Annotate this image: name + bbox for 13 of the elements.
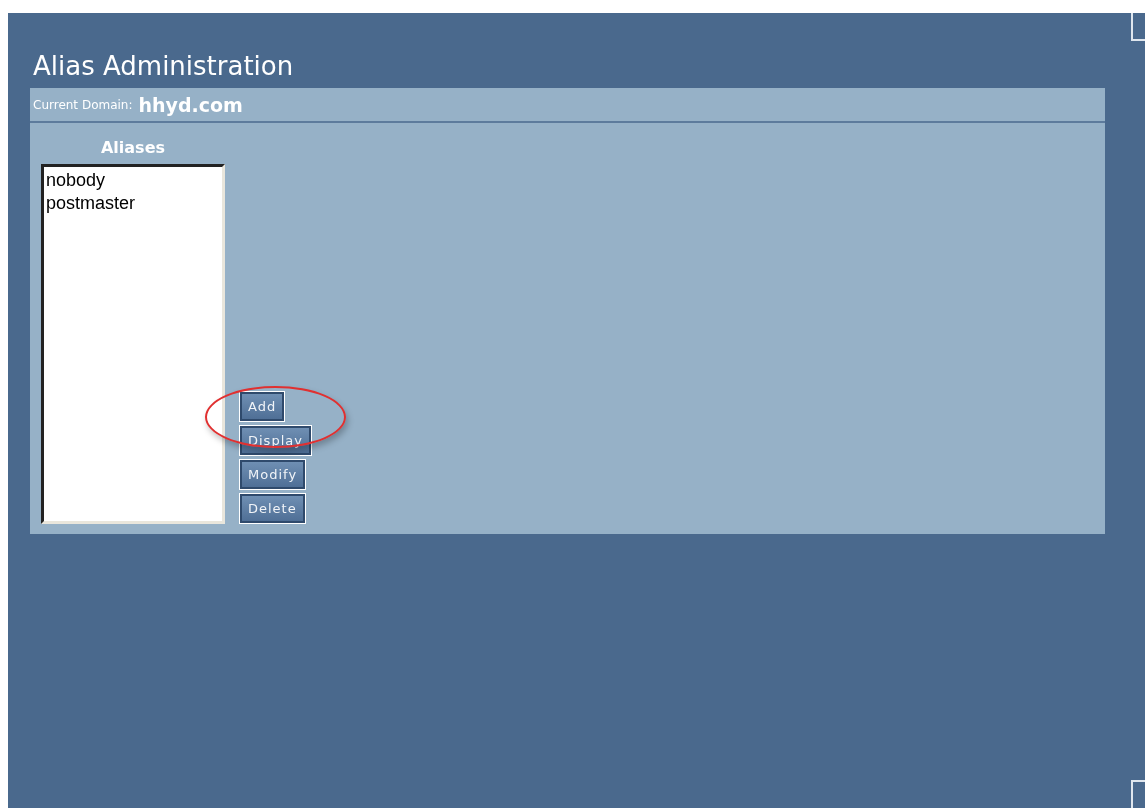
list-item[interactable]: nobody (46, 169, 106, 192)
corner-mark (1131, 13, 1145, 41)
domain-value: hhyd.com (138, 93, 243, 116)
alias-listbox[interactable]: nobody postmaster (41, 164, 225, 524)
action-button[interactable]: Delete (240, 494, 305, 523)
action-button[interactable]: Display (240, 426, 311, 455)
action-button[interactable]: Modify (240, 460, 306, 489)
corner-mark (1131, 780, 1145, 808)
list-heading: Aliases (100, 138, 165, 158)
page-title: Alias Administration (33, 50, 294, 83)
action-button[interactable]: Add (240, 392, 285, 421)
list-item[interactable]: postmaster (46, 192, 136, 215)
domain-label: Current Domain: (33, 97, 133, 112)
